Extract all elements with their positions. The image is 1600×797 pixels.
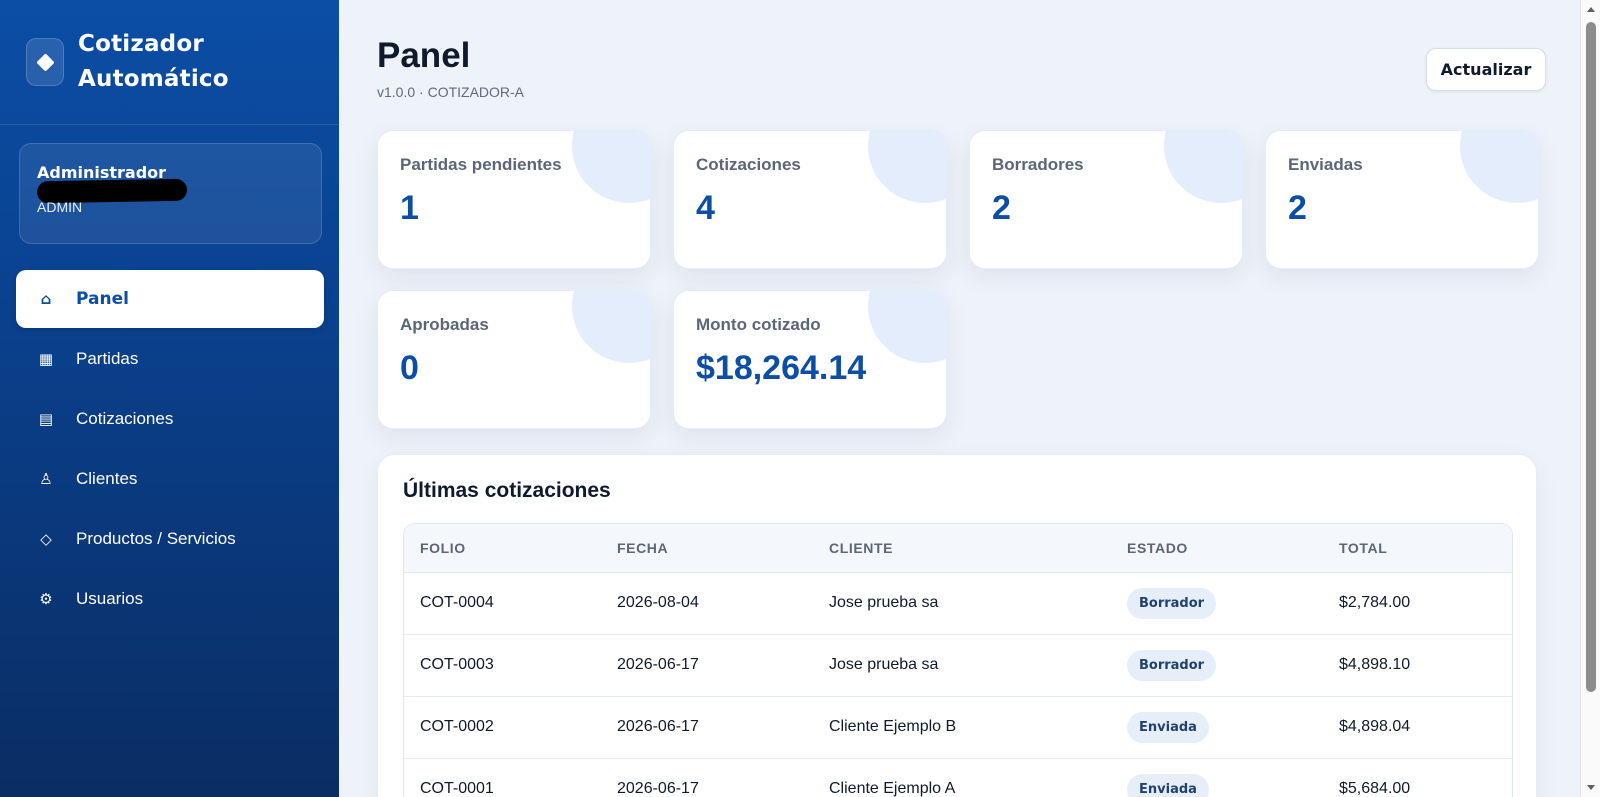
stat-value: $18,264.14 [696, 349, 867, 387]
sidebar-item-label: Usuarios [76, 589, 144, 608]
stat-value: 4 [696, 189, 715, 227]
recent-quotes-card: Últimas cotizaciones FOLIO FECHA CLIENTE ES… [377, 454, 1537, 797]
list-icon: ▤ [38, 411, 54, 428]
page-title: Panel [377, 36, 471, 75]
sidebar-item-cotizaciones[interactable]: ▤ Cotizaciones [16, 390, 324, 448]
status-badge: Borrador [1127, 587, 1217, 619]
stat-value: 0 [400, 349, 419, 387]
column-header[interactable]: ESTADO [1111, 524, 1323, 573]
cell-total: $5,684.00 [1323, 758, 1512, 797]
stat-card: Monto cotizado $18,264.14 [673, 290, 947, 429]
main-content: Panel v1.0.0 · COTIZADOR-A Actualizar Pa… [339, 0, 1600, 797]
column-header[interactable]: FOLIO [404, 524, 601, 573]
cell-total: $4,898.04 [1323, 696, 1512, 759]
column-header[interactable]: CLIENTE [813, 524, 1111, 573]
sidebar-item-clientes[interactable]: ♙ Clientes [16, 450, 324, 508]
cell-estado: Enviada [1111, 696, 1323, 759]
scroll-down-arrow-icon[interactable] [1587, 785, 1595, 790]
sidebar-item-partidas[interactable]: ▦ Partidas [16, 330, 324, 388]
cell-estado: Borrador [1111, 634, 1323, 697]
stat-card: Partidas pendientes 1 [377, 130, 651, 269]
recent-quotes-table: FOLIO FECHA CLIENTE ESTADO TOTAL COT-0004 202… [403, 523, 1513, 797]
decorative-circle [868, 131, 946, 203]
table-row[interactable]: COT-0001 2026-06-17 Cliente Ejemplo A Envia… [404, 758, 1512, 797]
user-card: Administrador ADMIN [19, 143, 322, 244]
cell-fecha: 2026-06-17 [601, 696, 813, 759]
stat-label: Monto cotizado [696, 315, 821, 334]
refresh-button[interactable]: Actualizar [1426, 48, 1546, 91]
stat-card: Enviadas 2 [1265, 130, 1539, 269]
cell-cliente: Cliente Ejemplo B [813, 696, 1111, 759]
cell-total: $4,898.10 [1323, 634, 1512, 697]
scrollbar[interactable] [1580, 0, 1600, 797]
app: Cotizador Automático Administrador ADMIN… [0, 0, 1600, 797]
stat-card: Cotizaciones 4 [673, 130, 947, 269]
stat-label: Aprobadas [400, 315, 489, 334]
cell-folio: COT-0003 [404, 634, 601, 697]
scrollbar-thumb[interactable] [1586, 22, 1596, 692]
table-body: COT-0004 2026-08-04 Jose prueba sa Borrador… [404, 572, 1512, 797]
table-row[interactable]: COT-0004 2026-08-04 Jose prueba sa Borrador… [404, 572, 1512, 635]
stat-value: 2 [1288, 189, 1307, 227]
diamond-outline-icon: ◇ [40, 531, 52, 548]
grid-icon: ▦ [38, 351, 54, 368]
sidebar-item-label: Panel [76, 289, 129, 309]
decorative-circle [572, 291, 650, 363]
sidebar: Cotizador Automático Administrador ADMIN… [0, 0, 339, 797]
decorative-circle [572, 131, 650, 203]
sidebar-item-productos-servicios[interactable]: ◇ Productos / Servicios [16, 510, 324, 568]
stat-label: Partidas pendientes [400, 155, 562, 174]
scroll-up-arrow-icon[interactable] [1587, 7, 1595, 12]
cell-cliente: Jose prueba sa [813, 634, 1111, 697]
table-row[interactable]: COT-0002 2026-06-17 Cliente Ejemplo B Envia… [404, 696, 1512, 759]
cell-cliente: Jose prueba sa [813, 572, 1111, 635]
cell-fecha: 2026-06-17 [601, 634, 813, 697]
cell-total: $2,784.00 [1323, 572, 1512, 635]
sidebar-item-usuarios[interactable]: ⚙ Usuarios [16, 570, 324, 628]
person-icon: ♙ [39, 471, 53, 488]
sidebar-nav: ⌂ Panel ▦ Partidas ▤ Cotizaciones ♙ Clientes ◇ Pr… [16, 270, 324, 630]
status-badge: Enviada [1127, 711, 1209, 743]
stat-value: 2 [992, 189, 1011, 227]
stat-card: Borradores 2 [969, 130, 1243, 269]
stat-card: Aprobadas 0 [377, 290, 651, 429]
cell-folio: COT-0002 [404, 696, 601, 759]
recent-quotes-title: Últimas cotizaciones [403, 479, 611, 502]
user-role: ADMIN [37, 199, 83, 215]
stat-label: Enviadas [1288, 155, 1363, 174]
column-header[interactable]: TOTAL [1323, 524, 1512, 573]
home-icon: ⌂ [40, 290, 52, 308]
stat-value: 1 [400, 189, 419, 227]
cell-fecha: 2026-08-04 [601, 572, 813, 635]
sidebar-item-label: Productos / Servicios [76, 529, 236, 548]
brand-title: Cotizador Automático [78, 31, 229, 92]
brand: Cotizador Automático [0, 0, 339, 125]
stat-label: Cotizaciones [696, 155, 801, 174]
cell-estado: Borrador [1111, 572, 1323, 635]
table-row[interactable]: COT-0003 2026-06-17 Jose prueba sa Borrador… [404, 634, 1512, 697]
status-badge: Borrador [1127, 649, 1217, 681]
decorative-circle [1460, 131, 1538, 203]
cell-cliente: Cliente Ejemplo A [813, 758, 1111, 797]
sidebar-item-label: Clientes [76, 469, 138, 488]
decorative-circle [1164, 131, 1242, 203]
stat-label: Borradores [992, 155, 1084, 174]
cell-folio: COT-0001 [404, 758, 601, 797]
cell-folio: COT-0004 [404, 572, 601, 635]
page-subtitle: v1.0.0 · COTIZADOR-A [377, 84, 525, 100]
decorative-circle [868, 291, 946, 363]
diamond-icon [26, 38, 64, 86]
table-header-row: FOLIO FECHA CLIENTE ESTADO TOTAL [404, 524, 1512, 573]
sidebar-item-panel[interactable]: ⌂ Panel [16, 270, 324, 328]
gear-icon: ⚙ [39, 591, 53, 608]
sidebar-item-label: Partidas [76, 349, 139, 368]
sidebar-item-label: Cotizaciones [76, 409, 174, 428]
cell-fecha: 2026-06-17 [601, 758, 813, 797]
status-badge: Enviada [1127, 773, 1209, 797]
column-header[interactable]: FECHA [601, 524, 813, 573]
cell-estado: Enviada [1111, 758, 1323, 797]
